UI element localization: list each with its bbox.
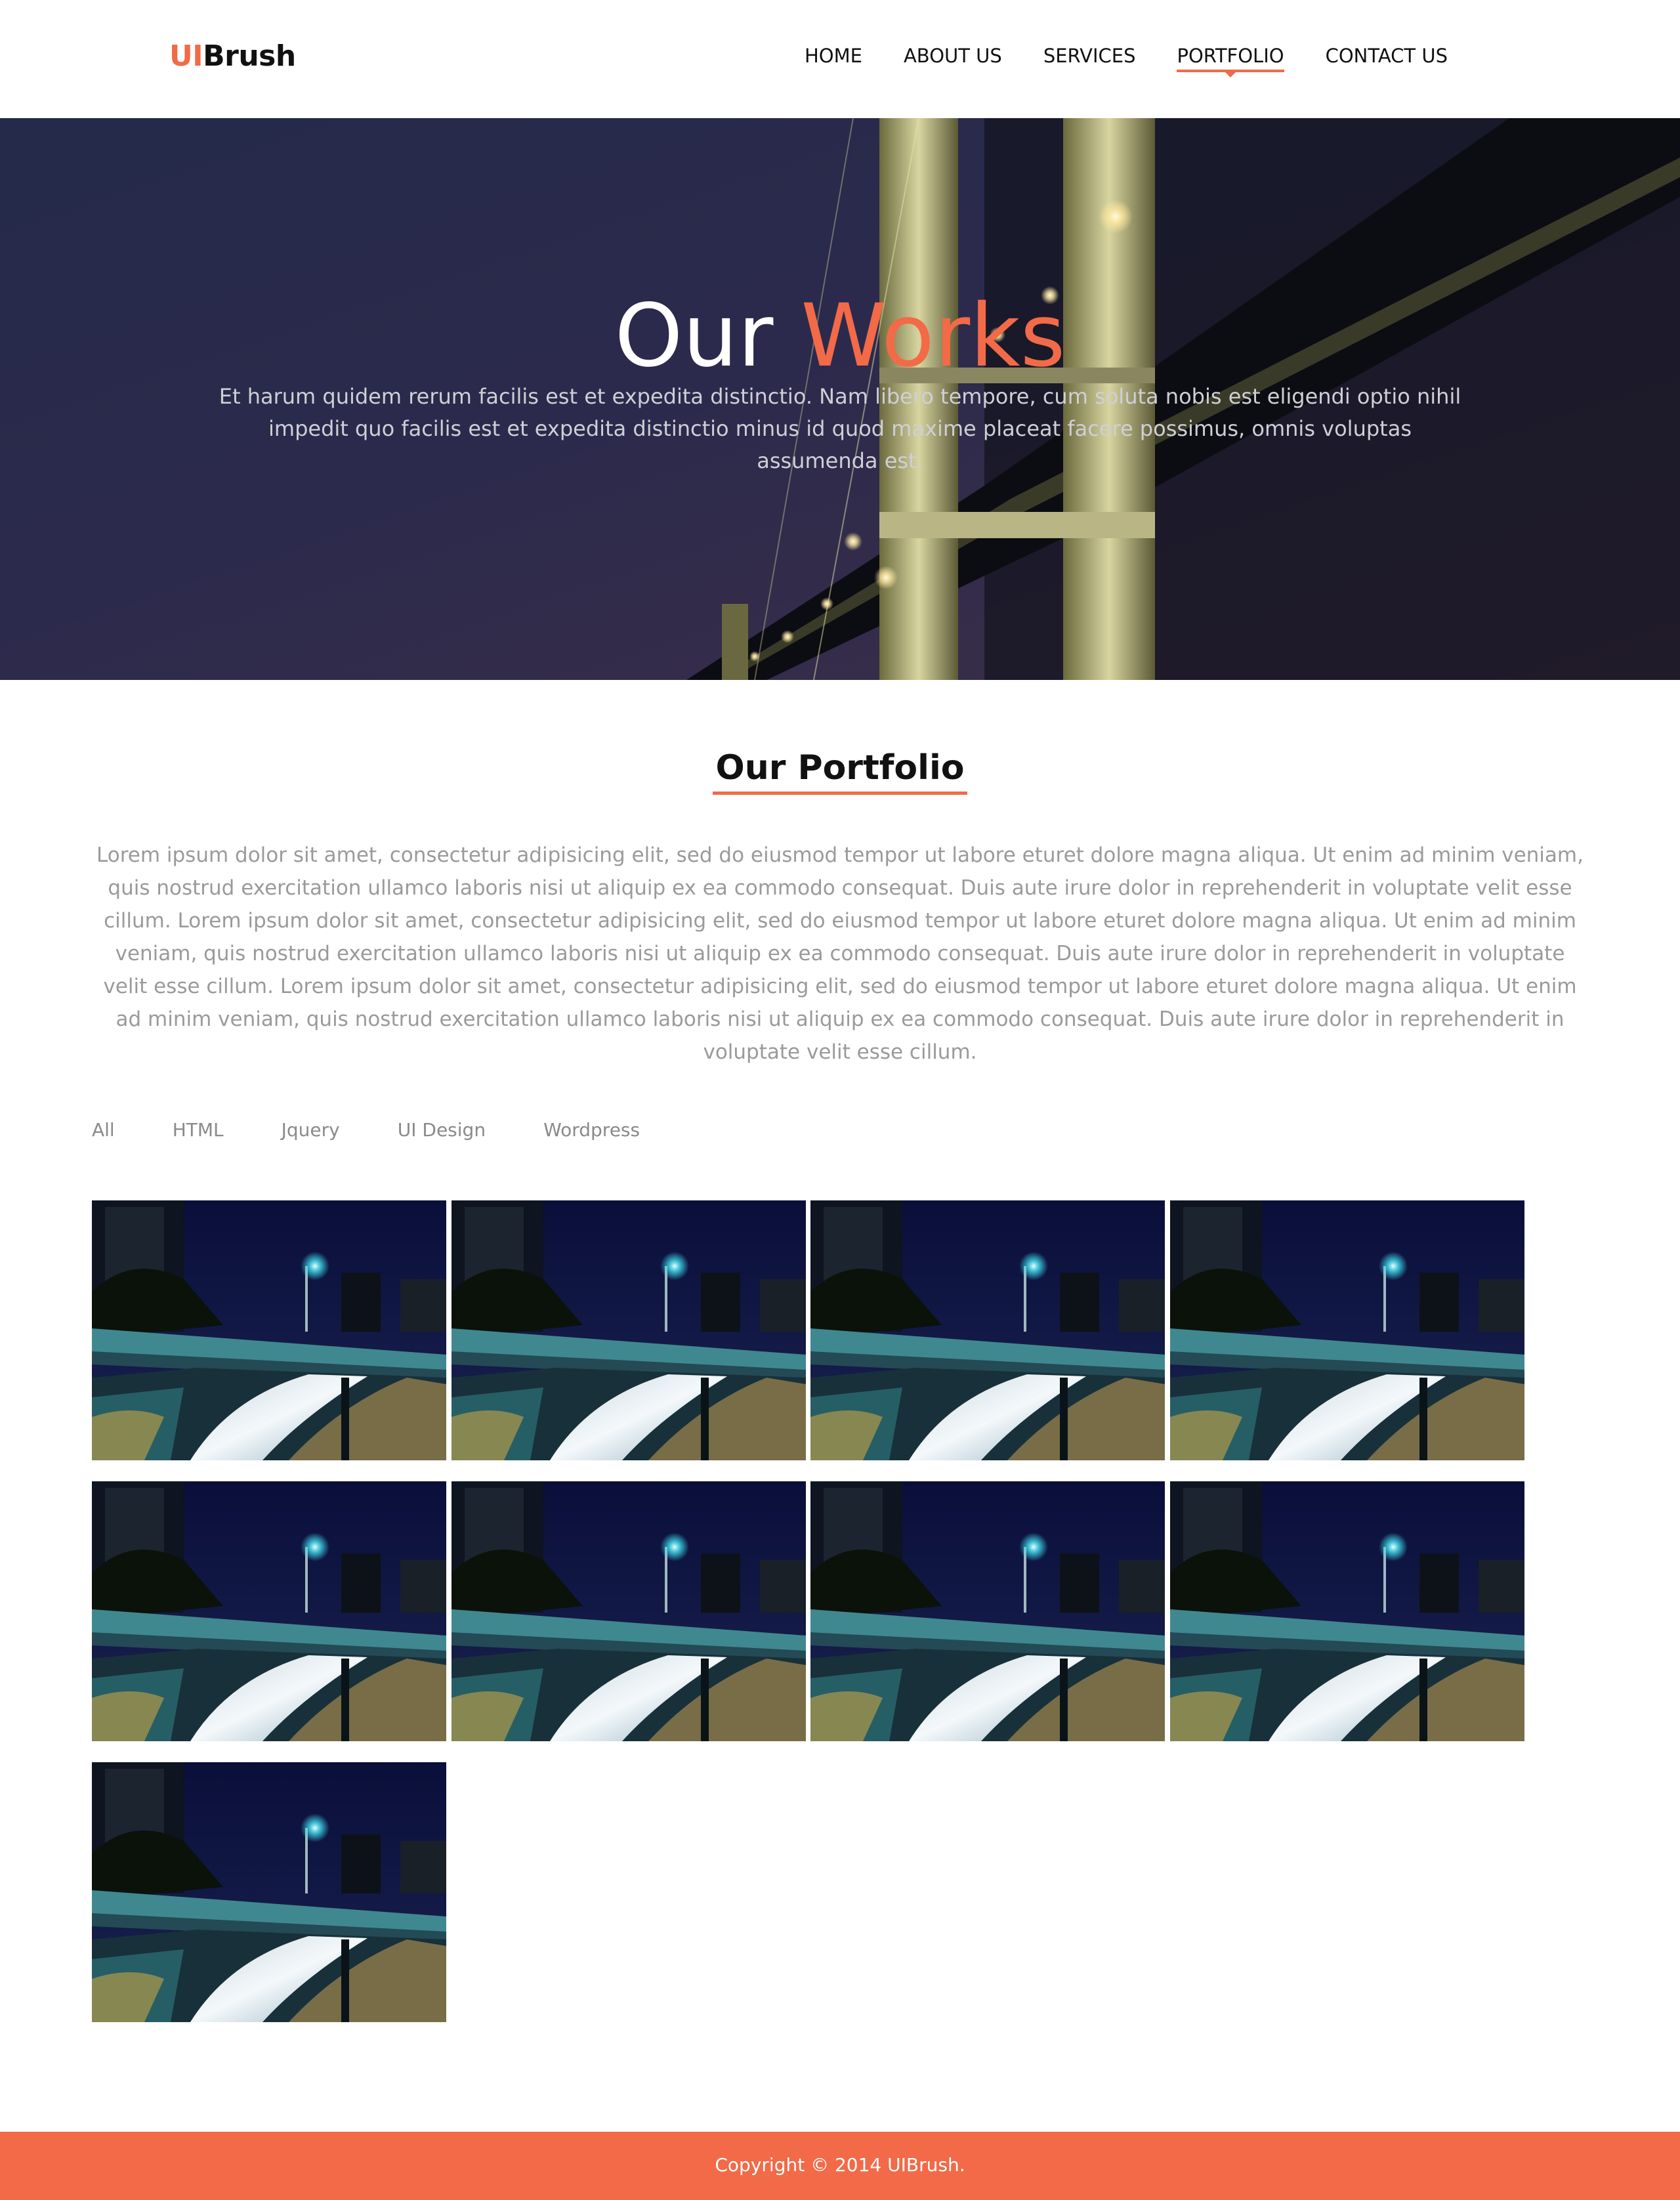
portfolio-title: Our Portfolio <box>713 748 967 795</box>
portfolio-item[interactable] <box>92 1200 446 1460</box>
nav-services[interactable]: SERVICES <box>1043 45 1136 67</box>
hero-title-accent: Works <box>801 286 1066 387</box>
hero-subtitle: Et harum quidem rerum facilis est et exp… <box>219 384 1461 473</box>
portfolio-item[interactable] <box>810 1481 1165 1741</box>
portfolio-filters: All HTML Jquery UI Design Wordpress <box>92 1119 640 1141</box>
portfolio-thumbnail-image <box>810 1200 1165 1460</box>
site-header: UIBrush HOME ABOUT US SERVICES PORTFOLIO… <box>0 0 1680 118</box>
filter-jquery[interactable]: Jquery <box>282 1119 340 1141</box>
portfolio-item[interactable] <box>810 1200 1165 1460</box>
main-nav: HOME ABOUT US SERVICES PORTFOLIO CONTACT… <box>805 45 1448 77</box>
portfolio-thumbnail-image <box>452 1200 806 1460</box>
filter-all[interactable]: All <box>92 1119 115 1141</box>
hero-title-plain: Our <box>614 286 774 387</box>
nav-contact-us[interactable]: CONTACT US <box>1326 45 1448 67</box>
portfolio-item[interactable] <box>92 1481 446 1741</box>
portfolio-item[interactable] <box>1170 1200 1524 1460</box>
filter-wordpress[interactable]: Wordpress <box>543 1119 640 1141</box>
nav-home[interactable]: HOME <box>805 45 862 67</box>
portfolio-description: Lorem ipsum dolor sit amet, consectetur … <box>96 843 1584 1064</box>
portfolio-item[interactable] <box>92 1762 446 2022</box>
brand-logo[interactable]: UIBrush <box>169 39 296 73</box>
hero-title: Our Works <box>0 286 1680 387</box>
brand-logo-text: Brush <box>203 39 296 73</box>
brand-logo-accent: UI <box>169 39 203 73</box>
portfolio-thumbnail-image <box>1170 1481 1524 1741</box>
portfolio-thumbnail-image <box>810 1481 1165 1741</box>
filter-ui-design[interactable]: UI Design <box>398 1119 486 1141</box>
portfolio-heading: Our Portfolio <box>0 748 1680 795</box>
hero-banner: Our Works Et harum quidem rerum facilis … <box>0 118 1680 680</box>
site-footer: Copyright © 2014 UIBrush. <box>0 2132 1680 2200</box>
portfolio-thumbnail-image <box>92 1481 446 1741</box>
portfolio-thumbnail-image <box>452 1481 806 1741</box>
nav-about-us[interactable]: ABOUT US <box>904 45 1002 67</box>
nav-portfolio[interactable]: PORTFOLIO <box>1177 45 1284 77</box>
footer-copyright: Copyright © 2014 UIBrush. <box>715 2154 965 2176</box>
filter-html[interactable]: HTML <box>173 1119 224 1141</box>
portfolio-item[interactable] <box>452 1481 806 1741</box>
portfolio-thumbnail-image <box>92 1200 446 1460</box>
portfolio-item[interactable] <box>452 1200 806 1460</box>
portfolio-item[interactable] <box>1170 1481 1524 1741</box>
portfolio-thumbnail-image <box>1170 1200 1524 1460</box>
portfolio-thumbnail-image <box>92 1762 446 2022</box>
